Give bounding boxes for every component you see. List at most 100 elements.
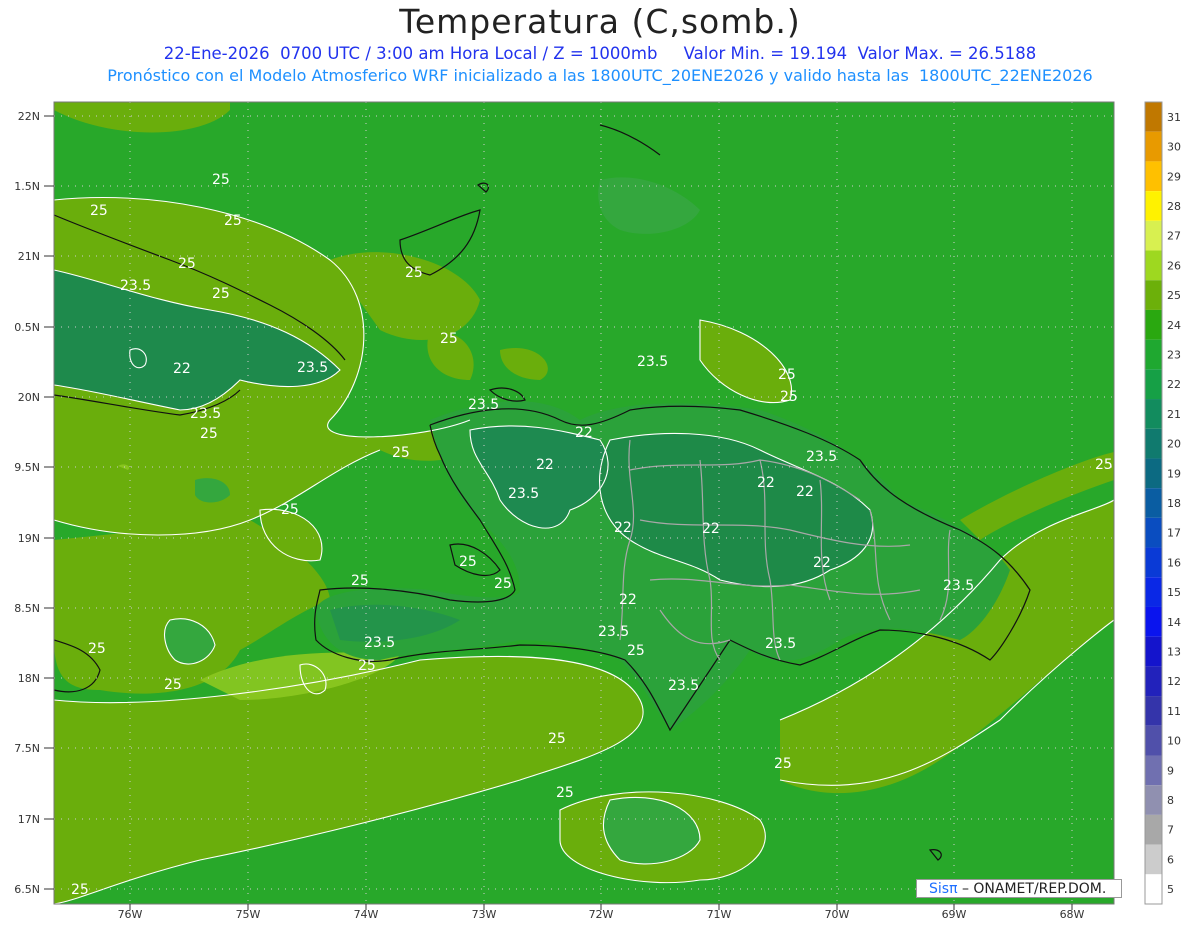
contour-label: 22 — [173, 361, 191, 377]
contour-label: 25 — [212, 172, 230, 188]
contour-label: 23.5 — [297, 360, 328, 376]
contour-label: 23.5 — [120, 278, 151, 294]
contour-label: 25 — [178, 256, 196, 272]
colorbar-label: 22 — [1167, 378, 1181, 391]
lat-label: 17N — [18, 813, 40, 826]
colorbar-label: 26 — [1167, 259, 1181, 272]
colorbar-swatch — [1145, 458, 1162, 489]
lat-label: 7.5N — [14, 742, 40, 755]
latitude-labels: 22N 1.5N 21N 0.5N 20N 9.5N 19N 8.5N 18N … — [14, 110, 40, 896]
contour-label: 25 — [459, 554, 477, 570]
colorbar-swatch — [1145, 725, 1162, 756]
contour-label: 22 — [757, 475, 775, 491]
contour-label: 23.5 — [637, 354, 668, 370]
lat-label: 19N — [18, 532, 40, 545]
colorbar-label: 7 — [1167, 824, 1174, 837]
colorbar-label: 23 — [1167, 348, 1181, 361]
lat-label: 1.5N — [14, 180, 40, 193]
colorbar-label: 5 — [1167, 883, 1174, 896]
contour-label: 25 — [494, 576, 512, 592]
contour-label: 25 — [440, 331, 458, 347]
colorbar-label: 31 — [1167, 111, 1181, 124]
colorbar-swatch — [1145, 606, 1162, 637]
contour-label: 25 — [224, 213, 242, 229]
contour-label: 25 — [71, 882, 89, 898]
colorbar-swatch — [1145, 844, 1162, 875]
colorbar-swatch — [1145, 220, 1162, 251]
lat-label: 21N — [18, 250, 40, 263]
colorbar-label: 16 — [1167, 556, 1181, 569]
colorbar-label: 27 — [1167, 230, 1181, 243]
contour-label: 23.5 — [508, 486, 539, 502]
colorbar-swatch — [1145, 874, 1162, 904]
contour-label: 25 — [405, 265, 423, 281]
colorbar-label: 10 — [1167, 735, 1181, 748]
contour-label: 22 — [614, 520, 632, 536]
contour-label: 25 — [212, 286, 230, 302]
latitude-ticks — [44, 115, 54, 890]
colorbar-label: 8 — [1167, 794, 1174, 807]
temperature-map: 25 25 25 25 25 25 23.5 23.5 22 23.5 25 2… — [14, 101, 1181, 921]
colorbar-swatch — [1145, 488, 1162, 518]
colorbar-swatch — [1145, 428, 1162, 459]
credit-text: – ONAMET/REP.DOM. — [961, 881, 1107, 897]
contour-label: 23.5 — [765, 636, 796, 652]
contour-label: 25 — [200, 426, 218, 442]
contour-label: 25 — [556, 785, 574, 801]
contour-label: 25 — [164, 677, 182, 693]
lat-label: 0.5N — [14, 321, 40, 334]
colorbar-swatch — [1145, 755, 1162, 786]
contour-label: 22 — [796, 484, 814, 500]
colorbar-label: 15 — [1167, 586, 1181, 599]
contour-label: 22 — [536, 457, 554, 473]
contour-label: 22 — [813, 555, 831, 571]
contour-label: 23.5 — [668, 678, 699, 694]
colorbar-label: 11 — [1167, 705, 1181, 718]
colorbar-swatch — [1145, 131, 1162, 162]
contour-label: 25 — [351, 573, 369, 589]
colorbar-swatch — [1145, 161, 1162, 192]
longitude-ticks — [129, 904, 1073, 910]
contour-label: 22 — [702, 521, 720, 537]
colorbar-label: 29 — [1167, 170, 1181, 183]
colorbar-label: 20 — [1167, 438, 1181, 451]
contour-label: 25 — [780, 389, 798, 405]
contour-label: 23.5 — [364, 635, 395, 651]
colorbar-swatch — [1145, 399, 1162, 429]
contour-label: 25 — [281, 502, 299, 518]
colorbar-label: 19 — [1167, 467, 1181, 480]
colorbar: 31 30 29 28 27 26 25 24 23 22 21 20 19 18 17 16 15 14 13 12… — [1144, 101, 1181, 905]
colorbar-swatch — [1145, 577, 1162, 607]
contour-label: 25 — [90, 203, 108, 219]
contour-label: 25 — [548, 731, 566, 747]
lat-label: 6.5N — [14, 883, 40, 896]
lat-label: 18N — [18, 672, 40, 685]
colorbar-label: 24 — [1167, 319, 1181, 332]
colorbar-swatch — [1145, 309, 1162, 340]
colorbar-label: 17 — [1167, 527, 1181, 540]
colorbar-swatch — [1145, 696, 1162, 726]
colorbar-swatch — [1145, 191, 1162, 221]
lat-label: 22N — [18, 110, 40, 123]
lat-label: 8.5N — [14, 602, 40, 615]
contour-label: 22 — [575, 425, 593, 441]
colorbar-swatch — [1145, 369, 1162, 400]
contour-label: 22 — [619, 592, 637, 608]
contour-label: 25 — [1095, 457, 1113, 473]
contour-label: 23.5 — [806, 449, 837, 465]
colorbar-swatch — [1145, 250, 1162, 281]
colorbar-swatch — [1145, 814, 1162, 845]
colorbar-label: 6 — [1167, 853, 1174, 866]
colorbar-label: 12 — [1167, 675, 1181, 688]
colorbar-swatch — [1145, 102, 1162, 132]
contour-label: 25 — [627, 643, 645, 659]
colorbar-label: 14 — [1167, 616, 1181, 629]
colorbar-label: 30 — [1167, 141, 1181, 154]
lat-label: 20N — [18, 391, 40, 404]
colorbar-label: 28 — [1167, 200, 1181, 213]
colorbar-label: 18 — [1167, 497, 1181, 510]
contour-label: 25 — [358, 658, 376, 674]
colorbar-swatch — [1145, 785, 1162, 815]
contour-label: 23.5 — [190, 406, 221, 422]
contour-label: 25 — [88, 641, 106, 657]
